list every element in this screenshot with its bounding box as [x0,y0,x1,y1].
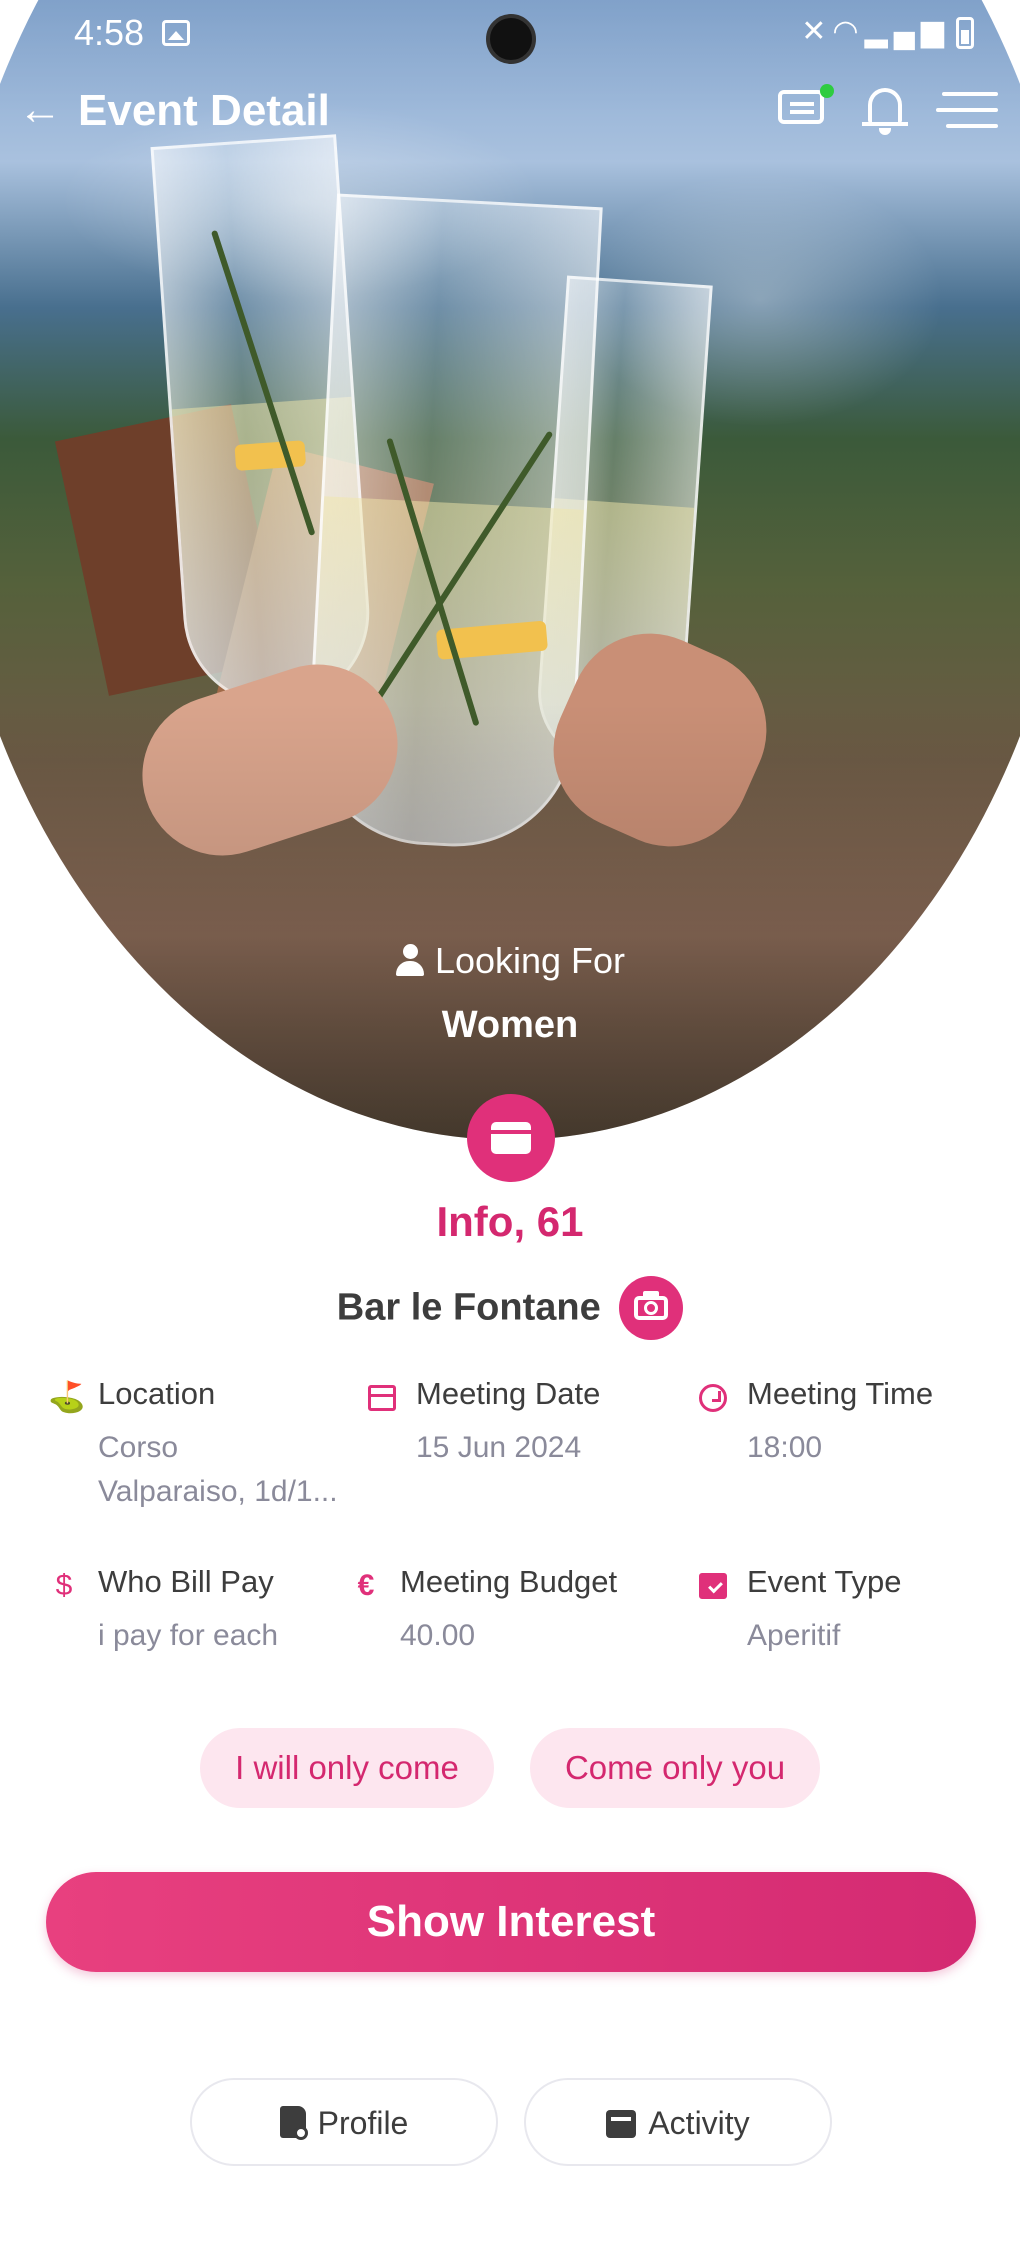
detail-value: Aperitif [747,1619,841,1652]
menu-button[interactable] [936,88,998,134]
detail-label: Location [98,1376,216,1411]
detail-label: Meeting Date [416,1376,601,1411]
detail-label: Who Bill Pay [98,1564,274,1599]
profile-tab-button[interactable]: Profile [190,2078,498,2166]
system-nav-area [0,2229,1020,2259]
venue-photos-button[interactable] [619,1276,684,1340]
looking-for-label-row: Looking For [0,940,1020,982]
chip-come-only-you[interactable]: Come only you [530,1728,820,1808]
detail-value: 18:00 [747,1431,823,1464]
wifi-icon: ◠ [832,15,865,48]
app-header: ← Event Detail [0,80,1020,144]
notifications-button[interactable] [860,82,912,138]
status-icons: ✕◠▂▄▆ [801,14,974,50]
calendar-icon [366,1382,398,1414]
detail-label: Event Type [747,1564,902,1599]
page-title: Event Detail [78,86,330,135]
activity-tab-label: Activity [648,2105,750,2141]
front-camera [486,14,536,64]
battery-icon [956,17,974,50]
detail-value: i pay for each [98,1619,279,1652]
arrow-left-icon: ← [18,85,62,134]
chip-i-will-only-come[interactable]: I will only come [200,1728,494,1808]
back-button[interactable]: ← [18,84,62,136]
detail-value: 15 Jun 2024 [416,1431,582,1464]
chat-button[interactable] [776,84,834,136]
map-pin-icon: ⛳ [48,1381,86,1414]
looking-for-label: Looking For [434,940,626,981]
card-icon [491,1122,531,1154]
gallery-icon [162,20,190,46]
venue-name: Bar le Fontane [336,1286,601,1329]
detail-value: Corso Valparaiso, 1d/1... [98,1431,338,1508]
clock-icon [697,1382,729,1414]
chat-icon [778,90,824,124]
event-badge [467,1094,555,1182]
profile-tab-label: Profile [317,2105,409,2141]
euro-icon: € [357,1569,375,1602]
detail-value: 40.00 [400,1619,476,1652]
activity-icon [606,2110,637,2138]
event-detail-screen: 4:58 ✕◠▂▄▆ ← Event Detail Looking For Wo… [0,0,1020,2259]
show-interest-button[interactable]: Show Interest [46,1872,976,1972]
mute-icon: ✕ [801,15,833,48]
signal-icon: ▂▄▆ [864,15,950,48]
profile-doc-icon [279,2106,308,2140]
detail-label: Meeting Budget [400,1564,618,1599]
status-bar: 4:58 ✕◠▂▄▆ [0,0,1020,66]
venue-row: Bar le Fontane [0,1276,1020,1340]
detail-label: Meeting Time [747,1376,934,1411]
status-time: 4:58 [74,12,145,53]
person-icon [395,944,425,976]
looking-for-value: Women [441,1004,579,1046]
chat-unread-badge [820,84,834,98]
event-type-icon [697,1570,729,1602]
event-name: Info, 61 [436,1198,584,1245]
activity-tab-button[interactable]: Activity [524,2078,832,2166]
money-hand-icon: $ [55,1569,73,1602]
